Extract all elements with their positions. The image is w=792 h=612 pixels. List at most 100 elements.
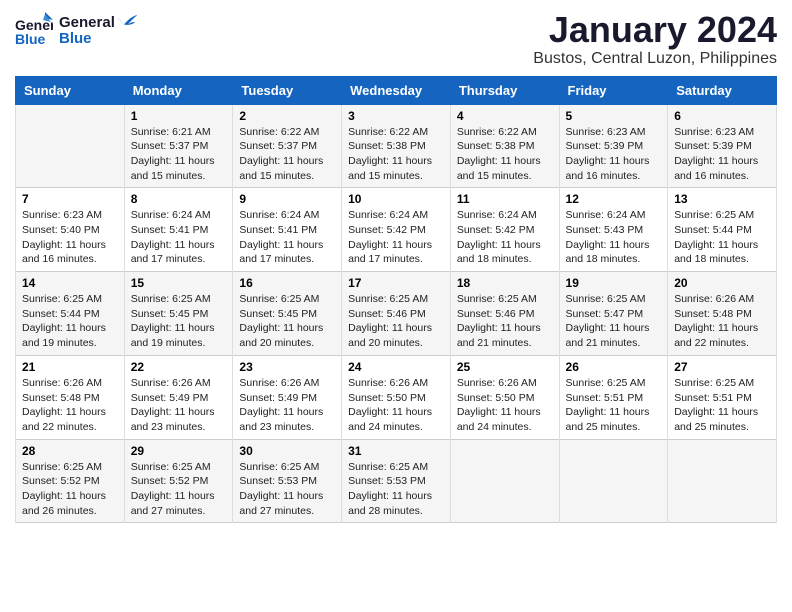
day-content: Sunrise: 6:25 AMSunset: 5:53 PMDaylight:… — [348, 460, 444, 519]
calendar-cell: 22 Sunrise: 6:26 AMSunset: 5:49 PMDayligh… — [124, 355, 233, 439]
calendar-cell: 2 Sunrise: 6:22 AMSunset: 5:37 PMDaylight… — [233, 104, 342, 188]
calendar-cell: 11Sunrise: 6:24 AMSunset: 5:42 PMDayligh… — [450, 188, 559, 272]
calendar-cell: 5 Sunrise: 6:23 AMSunset: 5:39 PMDaylight… — [559, 104, 668, 188]
day-content: Sunrise: 6:23 AMSunset: 5:39 PMDaylight:… — [566, 125, 662, 184]
day-number: 17 — [348, 276, 444, 290]
header-saturday: Saturday — [668, 76, 777, 104]
header-friday: Friday — [559, 76, 668, 104]
week-row-3: 14 Sunrise: 6:25 AMSunset: 5:44 PMDayligh… — [16, 272, 777, 356]
day-content: Sunrise: 6:25 AMSunset: 5:45 PMDaylight:… — [239, 292, 335, 351]
svg-text:Blue: Blue — [15, 31, 46, 47]
day-content: Sunrise: 6:26 AMSunset: 5:48 PMDaylight:… — [22, 376, 118, 435]
day-number: 31 — [348, 444, 444, 458]
calendar-cell: 12Sunrise: 6:24 AMSunset: 5:43 PMDayligh… — [559, 188, 668, 272]
day-number: 22 — [131, 360, 227, 374]
day-number: 24 — [348, 360, 444, 374]
calendar-cell: 13 Sunrise: 6:25 AMSunset: 5:44 PMDayligh… — [668, 188, 777, 272]
day-number: 29 — [131, 444, 227, 458]
day-content: Sunrise: 6:25 AMSunset: 5:44 PMDaylight:… — [674, 208, 770, 267]
day-number: 21 — [22, 360, 118, 374]
calendar-cell: 25 Sunrise: 6:26 AMSunset: 5:50 PMDayligh… — [450, 355, 559, 439]
day-number: 30 — [239, 444, 335, 458]
day-number: 18 — [457, 276, 553, 290]
day-content: Sunrise: 6:25 AMSunset: 5:51 PMDaylight:… — [566, 376, 662, 435]
day-content: Sunrise: 6:24 AMSunset: 5:42 PMDaylight:… — [457, 208, 553, 267]
day-content: Sunrise: 6:26 AMSunset: 5:49 PMDaylight:… — [131, 376, 227, 435]
day-number: 5 — [566, 109, 662, 123]
day-number: 12 — [566, 192, 662, 206]
day-number: 16 — [239, 276, 335, 290]
calendar-cell: 4Sunrise: 6:22 AMSunset: 5:38 PMDaylight… — [450, 104, 559, 188]
day-content: Sunrise: 6:23 AMSunset: 5:40 PMDaylight:… — [22, 208, 118, 267]
day-number: 7 — [22, 192, 118, 206]
day-number: 3 — [348, 109, 444, 123]
day-content: Sunrise: 6:26 AMSunset: 5:48 PMDaylight:… — [674, 292, 770, 351]
day-content: Sunrise: 6:25 AMSunset: 5:44 PMDaylight:… — [22, 292, 118, 351]
calendar-cell: 14 Sunrise: 6:25 AMSunset: 5:44 PMDayligh… — [16, 272, 125, 356]
calendar-cell: 16 Sunrise: 6:25 AMSunset: 5:45 PMDayligh… — [233, 272, 342, 356]
day-number: 13 — [674, 192, 770, 206]
title-area: January 2024 Bustos, Central Luzon, Phil… — [533, 10, 777, 68]
day-content: Sunrise: 6:25 AMSunset: 5:47 PMDaylight:… — [566, 292, 662, 351]
calendar-cell: 30 Sunrise: 6:25 AMSunset: 5:53 PMDayligh… — [233, 439, 342, 523]
week-row-4: 21 Sunrise: 6:26 AMSunset: 5:48 PMDayligh… — [16, 355, 777, 439]
day-number: 6 — [674, 109, 770, 123]
calendar-cell: 19 Sunrise: 6:25 AMSunset: 5:47 PMDayligh… — [559, 272, 668, 356]
calendar-cell: 20 Sunrise: 6:26 AMSunset: 5:48 PMDayligh… — [668, 272, 777, 356]
logo-line1: General — [59, 15, 115, 32]
month-title: January 2024 — [533, 10, 777, 50]
header-tuesday: Tuesday — [233, 76, 342, 104]
page-header: General Blue General Blue January 2024 B… — [15, 10, 777, 68]
calendar-cell: 1Sunrise: 6:21 AMSunset: 5:37 PMDaylight… — [124, 104, 233, 188]
day-number: 9 — [239, 192, 335, 206]
calendar-cell — [450, 439, 559, 523]
calendar-cell: 31 Sunrise: 6:25 AMSunset: 5:53 PMDayligh… — [342, 439, 451, 523]
day-number: 25 — [457, 360, 553, 374]
day-number: 19 — [566, 276, 662, 290]
week-row-5: 28 Sunrise: 6:25 AMSunset: 5:52 PMDayligh… — [16, 439, 777, 523]
calendar-cell: 27Sunrise: 6:25 AMSunset: 5:51 PMDayligh… — [668, 355, 777, 439]
day-content: Sunrise: 6:25 AMSunset: 5:51 PMDaylight:… — [674, 376, 770, 435]
calendar-cell: 18 Sunrise: 6:25 AMSunset: 5:46 PMDayligh… — [450, 272, 559, 356]
logo: General Blue General Blue — [15, 10, 139, 52]
calendar-cell: 17 Sunrise: 6:25 AMSunset: 5:46 PMDayligh… — [342, 272, 451, 356]
calendar-cell: 3 Sunrise: 6:22 AMSunset: 5:38 PMDaylight… — [342, 104, 451, 188]
day-number: 4 — [457, 109, 553, 123]
day-number: 2 — [239, 109, 335, 123]
day-content: Sunrise: 6:25 AMSunset: 5:46 PMDaylight:… — [457, 292, 553, 351]
day-content: Sunrise: 6:25 AMSunset: 5:46 PMDaylight:… — [348, 292, 444, 351]
day-content: Sunrise: 6:22 AMSunset: 5:37 PMDaylight:… — [239, 125, 335, 184]
logo-icon: General Blue — [15, 10, 53, 52]
day-content: Sunrise: 6:22 AMSunset: 5:38 PMDaylight:… — [348, 125, 444, 184]
calendar-cell: 7 Sunrise: 6:23 AMSunset: 5:40 PMDaylight… — [16, 188, 125, 272]
calendar-cell: 26 Sunrise: 6:25 AMSunset: 5:51 PMDayligh… — [559, 355, 668, 439]
day-content: Sunrise: 6:25 AMSunset: 5:45 PMDaylight:… — [131, 292, 227, 351]
calendar-table: SundayMondayTuesdayWednesdayThursdayFrid… — [15, 76, 777, 524]
day-number: 20 — [674, 276, 770, 290]
day-content: Sunrise: 6:25 AMSunset: 5:53 PMDaylight:… — [239, 460, 335, 519]
calendar-cell: 24 Sunrise: 6:26 AMSunset: 5:50 PMDayligh… — [342, 355, 451, 439]
header-row: SundayMondayTuesdayWednesdayThursdayFrid… — [16, 76, 777, 104]
day-number: 23 — [239, 360, 335, 374]
day-number: 26 — [566, 360, 662, 374]
bird-icon — [109, 11, 139, 41]
day-content: Sunrise: 6:23 AMSunset: 5:39 PMDaylight:… — [674, 125, 770, 184]
calendar-cell — [16, 104, 125, 188]
day-number: 28 — [22, 444, 118, 458]
logo-line2: Blue — [59, 31, 115, 48]
calendar-cell: 21 Sunrise: 6:26 AMSunset: 5:48 PMDayligh… — [16, 355, 125, 439]
day-content: Sunrise: 6:26 AMSunset: 5:50 PMDaylight:… — [457, 376, 553, 435]
day-content: Sunrise: 6:25 AMSunset: 5:52 PMDaylight:… — [131, 460, 227, 519]
day-content: Sunrise: 6:24 AMSunset: 5:42 PMDaylight:… — [348, 208, 444, 267]
calendar-cell: 15Sunrise: 6:25 AMSunset: 5:45 PMDayligh… — [124, 272, 233, 356]
day-number: 14 — [22, 276, 118, 290]
day-content: Sunrise: 6:21 AMSunset: 5:37 PMDaylight:… — [131, 125, 227, 184]
location: Bustos, Central Luzon, Philippines — [533, 50, 777, 68]
header-thursday: Thursday — [450, 76, 559, 104]
calendar-cell — [668, 439, 777, 523]
day-content: Sunrise: 6:26 AMSunset: 5:49 PMDaylight:… — [239, 376, 335, 435]
calendar-cell: 8Sunrise: 6:24 AMSunset: 5:41 PMDaylight… — [124, 188, 233, 272]
week-row-1: 1Sunrise: 6:21 AMSunset: 5:37 PMDaylight… — [16, 104, 777, 188]
day-content: Sunrise: 6:25 AMSunset: 5:52 PMDaylight:… — [22, 460, 118, 519]
day-content: Sunrise: 6:26 AMSunset: 5:50 PMDaylight:… — [348, 376, 444, 435]
